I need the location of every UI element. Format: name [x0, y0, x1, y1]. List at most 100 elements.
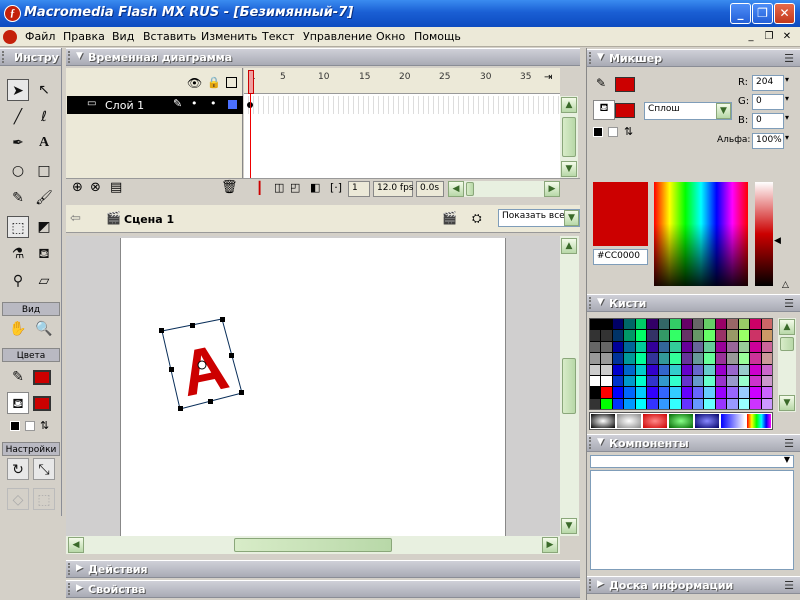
ink-bottle-tool-icon[interactable]: ⚗ [7, 243, 29, 265]
zoom-select[interactable]: Показать все ▼ [498, 209, 580, 227]
menu-insert[interactable]: Вставить [143, 30, 196, 43]
fill-transform-tool-icon[interactable]: ◩ [33, 216, 55, 238]
gradient-swatch[interactable] [747, 414, 771, 428]
color-swatch[interactable] [624, 364, 635, 375]
color-swatch[interactable] [612, 398, 624, 409]
edit-symbol-icon[interactable]: ⛭ [472, 211, 482, 226]
mixer-no-color-icon[interactable] [608, 127, 618, 137]
color-swatch[interactable] [750, 364, 761, 375]
color-swatch[interactable] [635, 330, 647, 341]
collapse-arrow-icon[interactable]: ▼ [597, 437, 604, 447]
scroll-left-icon[interactable]: ◀ [448, 181, 464, 197]
gradient-swatch[interactable] [721, 414, 745, 428]
color-swatch[interactable] [715, 341, 727, 353]
scroll-down-icon[interactable]: ▼ [561, 518, 577, 534]
panel-grip[interactable] [589, 437, 593, 449]
color-swatch[interactable] [761, 353, 772, 364]
color-swatch[interactable] [612, 330, 624, 341]
color-swatch[interactable] [635, 375, 647, 387]
color-swatch[interactable] [590, 353, 601, 364]
gradient-swatch[interactable] [695, 414, 719, 428]
color-swatch[interactable] [750, 353, 761, 364]
color-spectrum[interactable] [654, 182, 748, 286]
color-swatch[interactable] [715, 353, 727, 364]
subselect-tool-icon[interactable]: ↖ [33, 79, 55, 101]
color-swatch[interactable] [670, 387, 681, 398]
panel-grip[interactable] [2, 51, 6, 63]
color-swatch[interactable] [692, 353, 704, 364]
color-swatch[interactable] [612, 364, 624, 375]
color-swatch[interactable] [761, 398, 772, 409]
color-swatch[interactable] [635, 341, 647, 353]
transform-center-point[interactable] [197, 360, 207, 370]
color-swatch[interactable] [704, 319, 715, 330]
color-swatch[interactable] [727, 319, 738, 330]
flash-app-icon[interactable]: ƒ [4, 5, 21, 22]
color-swatch[interactable] [727, 375, 738, 387]
color-swatch[interactable] [624, 319, 635, 330]
chevron-down-icon[interactable]: ▼ [716, 103, 731, 119]
color-swatch[interactable] [704, 364, 715, 375]
envelope-option-icon[interactable]: ⬚ [33, 488, 55, 510]
color-swatch[interactable] [601, 330, 612, 341]
green-stepper-icon[interactable]: ▾ [785, 94, 789, 103]
color-swatch[interactable] [727, 387, 738, 398]
arrow-tool-icon[interactable]: ➤ [7, 79, 29, 101]
document-icon[interactable] [3, 30, 17, 44]
color-swatch[interactable] [658, 364, 670, 375]
no-color-icon[interactable] [25, 421, 35, 431]
color-swatch[interactable] [647, 375, 658, 387]
color-swatch[interactable] [647, 387, 658, 398]
panel-grip[interactable] [589, 297, 593, 309]
stage-hscroll[interactable]: ◀ ▶ [66, 536, 560, 554]
color-swatch[interactable] [670, 398, 681, 409]
current-frame-field[interactable]: 1 [348, 181, 370, 197]
scroll-right-icon[interactable]: ▶ [544, 181, 560, 197]
menu-edit[interactable]: Правка [63, 30, 105, 43]
color-swatch[interactable] [670, 375, 681, 387]
color-swatch[interactable] [727, 398, 738, 409]
color-swatch[interactable] [658, 319, 670, 330]
timeline-menu-icon[interactable]: ⇥ [544, 72, 552, 83]
color-swatch[interactable] [658, 398, 670, 409]
color-swatch[interactable] [624, 353, 635, 364]
gradient-swatch[interactable] [617, 414, 641, 428]
color-swatch[interactable] [715, 387, 727, 398]
playhead[interactable] [248, 70, 254, 94]
edit-multiple-icon[interactable]: ◧ [310, 181, 320, 194]
outline-icon[interactable] [226, 77, 237, 88]
color-swatch[interactable] [727, 364, 738, 375]
frame-ruler[interactable]: 1 5 10 15 20 25 30 35 ⇥ [244, 68, 560, 94]
color-swatch[interactable] [692, 387, 704, 398]
scroll-thumb[interactable] [466, 182, 474, 196]
color-swatch[interactable] [761, 387, 772, 398]
color-swatch[interactable] [658, 330, 670, 341]
scroll-up-icon[interactable]: ▲ [779, 319, 795, 335]
brightness-pointer-icon[interactable]: ◀ [774, 236, 781, 246]
color-swatch[interactable] [727, 341, 738, 353]
onion-markers-icon[interactable]: [·] [330, 181, 342, 194]
color-swatch[interactable] [692, 319, 704, 330]
color-swatch[interactable] [612, 341, 624, 353]
toolbox-header[interactable]: Инстру [0, 48, 61, 66]
center-frame-icon[interactable]: ┃ [256, 181, 263, 195]
color-swatch[interactable] [681, 353, 692, 364]
green-field[interactable]: 0 [752, 94, 784, 110]
collapse-arrow-icon[interactable]: ▼ [76, 51, 83, 61]
menu-control[interactable]: Управление [303, 30, 372, 43]
menu-view[interactable]: Вид [112, 30, 134, 43]
color-swatch[interactable] [670, 319, 681, 330]
color-swatch[interactable] [658, 353, 670, 364]
color-swatch[interactable] [612, 319, 624, 330]
rectangle-tool-icon[interactable]: □ [33, 160, 55, 182]
mixer-fill-bucket-icon[interactable]: ⛾ [593, 100, 615, 120]
expand-mixer-icon[interactable]: △ [782, 280, 789, 290]
eyedropper-tool-icon[interactable]: ⚲ [7, 270, 29, 292]
zoom-tool-icon[interactable]: 🔍 [33, 318, 55, 340]
color-swatch[interactable] [704, 330, 715, 341]
color-swatch[interactable] [715, 375, 727, 387]
color-swatch[interactable] [635, 387, 647, 398]
lock-icon[interactable]: 🔒 [207, 76, 221, 89]
lasso-tool-icon[interactable]: ℓ [33, 106, 55, 128]
color-swatch[interactable] [590, 330, 601, 341]
